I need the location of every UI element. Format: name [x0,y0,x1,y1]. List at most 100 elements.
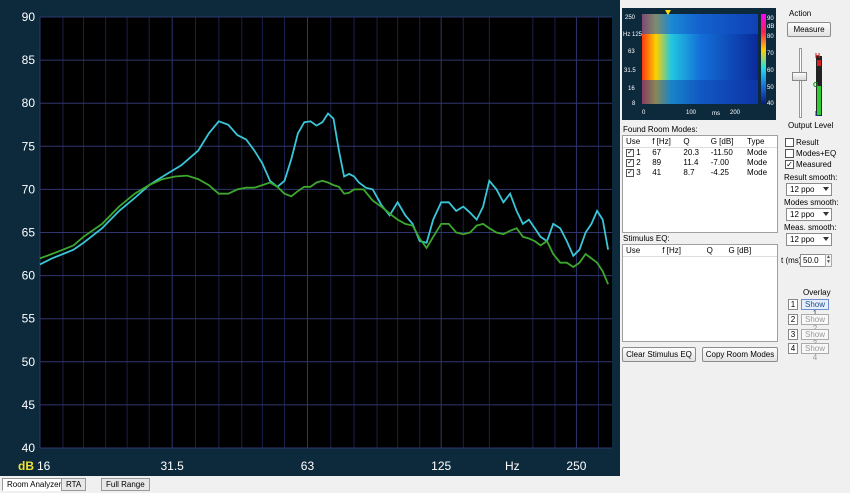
y-tick-label: 65 [22,226,36,240]
measured-checkbox-label: Measured [796,160,832,169]
show-4-button[interactable]: Show 4 [801,343,829,362]
meas-smooth-select[interactable]: 12 ppo [786,233,832,246]
x-tick-label: 16 [37,459,51,473]
result-checkbox-label: Result [796,138,819,147]
modes-eq-checkbox[interactable] [785,149,794,158]
use-checkbox[interactable]: ✓ [626,149,634,158]
modes-smooth-select[interactable]: 12 ppo [786,208,832,221]
x-tick-label: 63 [301,459,315,473]
mode-index: 1 [636,148,641,158]
meter-h-label: H [815,53,821,60]
action-label: Action [789,9,812,18]
show-3-button[interactable]: Show 3 [801,329,829,348]
mode-type: Mode [747,148,768,158]
wf-scale-tick: 90 [767,16,774,22]
output-level-track [799,48,802,118]
result-smooth-select[interactable]: 12 ppo [786,183,832,196]
y-tick-label: 50 [22,355,36,369]
stimulus-eq-label: Stimulus EQ: [623,234,670,243]
x-tick-label: 31.5 [161,459,185,473]
output-level-slider[interactable] [792,72,807,81]
overlay-1-button[interactable]: 1 [788,299,798,310]
mode-q: 20.3 [683,148,699,158]
overlay-4-button[interactable]: 4 [788,343,798,354]
wf-xtick: ms [712,111,720,117]
meter-g-label: G [813,82,819,89]
modes-smooth-value: 12 ppo [790,210,815,219]
meter-peak-segment [817,60,821,66]
tab-full-range[interactable]: Full Range [101,478,150,491]
mode-q: 8.7 [683,168,695,177]
t-ms-label: t (ms) [781,256,802,265]
clear-stimulus-eq-button[interactable]: Clear Stimulus EQ [622,347,696,362]
waterfall-thumbnail[interactable]: 250 Hz 125 63 31.5 16 8 0 100 ms 200 90 … [622,8,776,120]
wf-scale-tick: 40 [767,101,774,107]
y-tick-label: 85 [22,53,36,67]
stimulus-eq-table[interactable]: Use f [Hz] Q G [dB] [622,244,778,342]
show-1-button[interactable]: Show 1 [801,299,829,318]
wf-ytick: Hz 125 [623,32,643,38]
y-tick-label: 75 [22,139,36,153]
t-ms-spinner[interactable]: ▲ ▼ [825,254,832,267]
wf-scale-tick: 80 [767,34,774,40]
modes-header-row: Use f [Hz] Q G [dB] Type [623,136,777,148]
measure-button[interactable]: Measure [787,22,831,37]
mode-gain: -4.25 [710,168,729,177]
col-q: Q [703,245,726,257]
col-freq: f [Hz] [649,136,681,148]
mode-q: 11.4 [683,158,699,167]
col-freq: f [Hz] [659,245,704,257]
overlay-2-button[interactable]: 2 [788,314,798,325]
wf-ytick: 250 [625,15,636,21]
meter-l-label: L [815,111,820,118]
use-checkbox[interactable]: ✓ [626,158,634,167]
mode-gain: -11.50 [710,148,733,158]
chevron-down-icon [823,237,829,241]
tab-rta[interactable]: RTA [61,478,87,491]
result-smooth-label: Result smooth: [784,173,838,182]
measured-checkbox[interactable]: ✓ [785,160,794,169]
chevron-down-icon [823,212,829,216]
chart-svg: 90 85 80 75 70 65 60 55 50 45 4016 31.5 63 125 Hz 250 dB [18,10,612,473]
t-ms-input[interactable]: 50.0 [800,254,826,267]
overlay-3-button[interactable]: 3 [788,329,798,340]
mode-freq: 67 [652,148,662,158]
table-row[interactable]: ✓ 3 41 8.7 -4.25 Mode [623,168,777,178]
result-smooth-value: 12 ppo [790,185,815,194]
wf-ytick: 63 [628,49,635,55]
found-modes-label: Found Room Modes: [623,125,698,134]
mode-gain: -7.00 [710,158,729,167]
meas-smooth-label: Meas. smooth: [784,223,837,232]
result-checkbox[interactable] [785,138,794,147]
overlay-label: Overlay [803,288,831,297]
table-row[interactable]: ✓ 1 67 20.3 -11.50 Mode [623,148,777,158]
room-modes-table[interactable]: Use f [Hz] Q G [dB] Type ✓ 1 67 20.3 -11… [622,135,778,233]
y-tick-label: 90 [22,10,36,24]
y-tick-label: 70 [22,182,36,196]
use-checkbox[interactable]: ✓ [626,168,634,177]
col-use: Use [623,245,660,257]
table-row[interactable]: ✓ 2 89 11.4 -7.00 Mode [623,158,777,168]
mode-index: 3 [636,168,641,177]
y-tick-label: 40 [22,441,36,455]
y-axis-label: dB [18,459,34,473]
wf-scale-tick: 50 [767,85,774,91]
t-ms-value: 50.0 [803,256,819,265]
mode-index: 2 [636,158,641,167]
wf-xtick: 100 [686,110,697,116]
show-2-button[interactable]: Show 2 [801,314,829,333]
col-q: Q [680,136,708,148]
y-tick-label: 55 [22,312,36,326]
tab-room-analyzer[interactable]: Room Analyzer [2,478,67,491]
copy-room-modes-button[interactable]: Copy Room Modes [702,347,778,362]
y-tick-label: 45 [22,398,36,412]
modes-eq-checkbox-label: Modes+EQ [796,149,837,158]
col-gain: G [dB] [707,136,745,148]
mode-type: Mode [747,158,768,167]
mode-freq: 41 [652,168,662,177]
spin-down-icon[interactable]: ▼ [826,259,831,265]
wf-scale-tick: 70 [767,51,774,57]
chevron-down-icon [823,187,829,191]
wf-ytick: 16 [628,86,635,92]
modes-smooth-label: Modes smooth: [784,198,839,207]
